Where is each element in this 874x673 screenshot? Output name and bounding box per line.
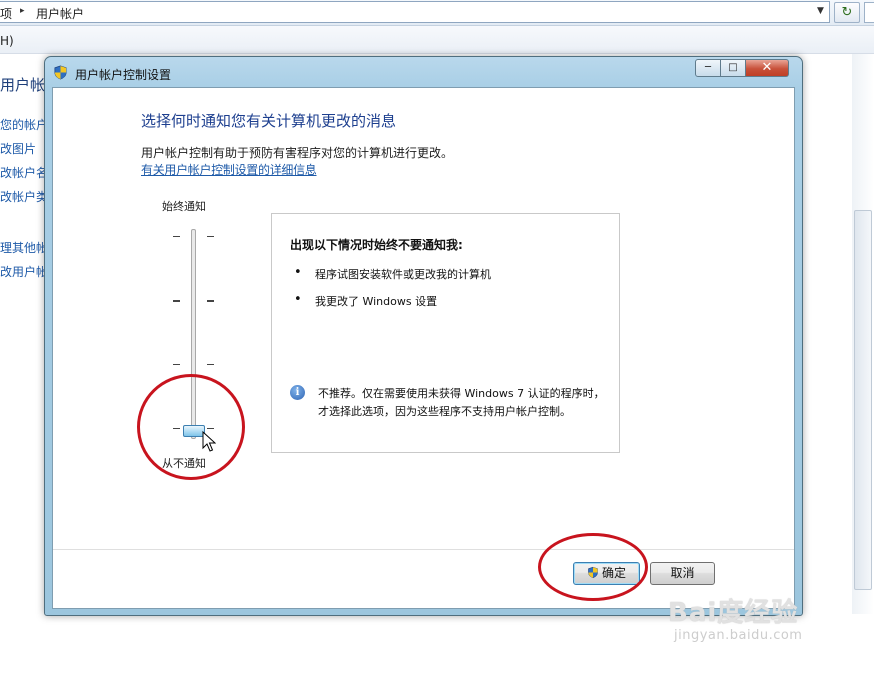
minimize-icon[interactable]: ─ (695, 59, 721, 77)
left-pane-link[interactable]: 理其他帐 (0, 239, 46, 256)
uac-settings-dialog: 用户帐户控制设置 ─ □ ✕ 选择何时通知您有关计算机更改的消息 用户帐户控制有… (44, 56, 803, 616)
left-pane: 用户帐 您的帐户 改图片 改帐户名 改帐户类 理其他帐 改用户帐 (0, 54, 46, 673)
scrollbar-thumb[interactable] (854, 210, 872, 590)
uac-shield-icon (54, 65, 67, 80)
left-pane-link[interactable]: 改图片 (0, 140, 36, 157)
slider-tick (173, 300, 180, 302)
dialog-titlebar[interactable]: 用户帐户控制设置 ─ □ ✕ (45, 57, 802, 87)
level-description-box: 出现以下情况时始终不要通知我: 程序试图安装软件或更改我的计算机 我更改了 Wi… (271, 213, 620, 453)
address-bar: 项 ▸ 用户帐户 ▼ ↻ (0, 0, 874, 26)
close-icon[interactable]: ✕ (746, 59, 789, 77)
slider-tick (207, 236, 214, 237)
list-item: 程序试图安装软件或更改我的计算机 (294, 265, 491, 282)
slider-bottom-label: 从不通知 (162, 457, 206, 470)
footer-divider (53, 549, 794, 550)
left-pane-link[interactable]: 改帐户类 (0, 188, 46, 205)
menu-bar: H) (0, 26, 874, 54)
address-dropdown-icon[interactable]: ▼ (817, 6, 824, 16)
breadcrumb-arrow-icon[interactable]: ▸ (20, 6, 25, 16)
uac-shield-icon (588, 566, 598, 579)
info-icon: i (290, 385, 305, 400)
maximize-icon[interactable]: □ (721, 59, 746, 77)
slider-tick (173, 364, 180, 365)
dialog-heading: 选择何时通知您有关计算机更改的消息 (141, 112, 397, 130)
search-box[interactable] (864, 2, 874, 23)
menu-help-fragment[interactable]: H) (0, 34, 14, 48)
slider-top-label: 始终通知 (162, 200, 206, 213)
ok-button[interactable]: 确定 (573, 562, 640, 585)
slider-tick (207, 300, 214, 302)
left-pane-link[interactable]: 改帐户名 (0, 164, 46, 181)
slider-tick (173, 236, 180, 237)
window-controls: ─ □ ✕ (695, 59, 789, 77)
dialog-title: 用户帐户控制设置 (75, 68, 172, 82)
refresh-icon[interactable]: ↻ (834, 2, 860, 23)
left-pane-title: 用户帐 (0, 76, 46, 94)
dialog-description: 用户帐户控制有助于预防有害程序对您的计算机进行更改。 (141, 146, 454, 160)
list-item: 我更改了 Windows 设置 (294, 292, 437, 309)
dialog-content: 选择何时通知您有关计算机更改的消息 用户帐户控制有助于预防有害程序对您的计算机进… (52, 87, 795, 609)
breadcrumb-current[interactable]: 用户帐户 (36, 5, 84, 22)
mouse-cursor-icon (202, 431, 216, 452)
breadcrumb-start[interactable]: 项 (0, 5, 12, 22)
slider-tick (173, 428, 180, 429)
level-description-heading: 出现以下情况时始终不要通知我: (290, 238, 463, 252)
slider-tick (207, 364, 214, 365)
recommendation-note: 不推荐。仅在需要使用未获得 Windows 7 认证的程序时，才选择此选项，因为… (318, 387, 605, 418)
left-pane-link[interactable]: 您的帐户 (0, 116, 46, 133)
cancel-button[interactable]: 取消 (650, 562, 715, 585)
address-box[interactable]: 项 ▸ 用户帐户 ▼ (0, 1, 830, 23)
watermark-url: jingyan.baidu.com (674, 628, 803, 643)
details-link[interactable]: 有关用户帐户控制设置的详细信息 (141, 161, 317, 178)
ok-button-label: 确定 (601, 566, 626, 580)
left-pane-link[interactable]: 改用户帐 (0, 263, 46, 280)
slider-tick (207, 428, 214, 429)
notification-slider-track[interactable] (191, 229, 196, 439)
